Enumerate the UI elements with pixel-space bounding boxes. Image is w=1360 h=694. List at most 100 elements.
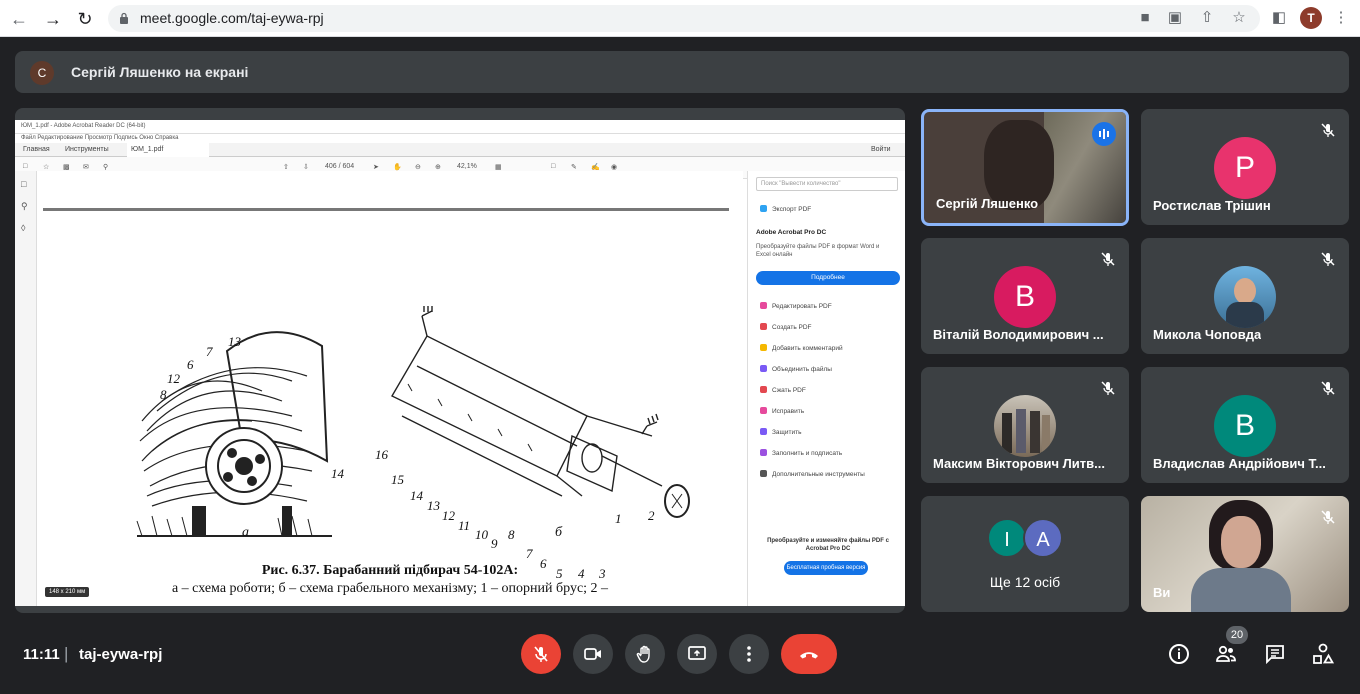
activities-icon[interactable] [1311, 642, 1335, 666]
sign-icon[interactable]: ✍ [591, 163, 600, 171]
acrobat-tabs: Главная Инструменты ЮМ_1.pdf Войти [15, 143, 905, 157]
chat-icon[interactable] [1263, 642, 1287, 666]
back-icon[interactable]: ← [8, 8, 30, 30]
pane-tool-comment[interactable]: Добавить комментарий [760, 344, 843, 352]
tab-tools[interactable]: Инструменты [65, 146, 109, 153]
participant-name: Віталій Володимирович ... [933, 327, 1104, 342]
mic-toggle-button[interactable] [521, 634, 561, 674]
acrobat-window: ЮМ_1.pdf - Adobe Acrobat Reader DC (64-b… [15, 120, 905, 606]
fit-page-icon[interactable]: ▦ [495, 163, 502, 171]
people-icon[interactable] [1214, 642, 1238, 666]
camera-toggle-button[interactable] [573, 634, 613, 674]
participant-photo [1214, 266, 1276, 328]
more-vert-icon[interactable]: ⋮ [1332, 9, 1350, 27]
browser-toolbar: ← → ↻ meet.google.com/taj-eywa-rpj ■ ▣ ⇧… [0, 0, 1360, 37]
tile-participant[interactable]: В Владислав Андрійович Т... [1141, 367, 1349, 483]
mic-off-icon [1321, 123, 1335, 137]
attachment-icon[interactable]: ⚲ [21, 201, 28, 212]
participant-avatar: В [1214, 395, 1276, 457]
page-counter[interactable]: 406 / 604 [325, 163, 354, 170]
pane-trial-button[interactable]: Бесплатная пробная версия [784, 561, 868, 575]
pane-product-desc: Преобразуйте файлы PDF в формат Word и E… [756, 244, 880, 258]
zoom-field[interactable]: 42,1% [457, 163, 477, 170]
tab-home[interactable]: Главная [23, 146, 50, 153]
tile-participant[interactable]: Максим Вікторович Литв... [921, 367, 1129, 483]
zoom-in-icon[interactable]: ⊕ [435, 163, 441, 171]
select-cursor-icon[interactable]: ➤ [373, 163, 379, 171]
tile-participant[interactable]: Микола Чоповда [1141, 238, 1349, 354]
bookmark-star-icon[interactable]: ☆ [1230, 9, 1248, 27]
participant-name: Микола Чоповда [1153, 327, 1262, 342]
share-icon[interactable]: ⇧ [1198, 9, 1216, 27]
zoom-out-icon[interactable]: ⊖ [415, 163, 421, 171]
fig-a-label-6: 6 [187, 357, 194, 372]
call-controls-bar: 11:11 | taj-eywa-rpj 20 [0, 622, 1360, 694]
pane-tool-more[interactable]: Дополнительные инструменты [760, 470, 865, 478]
pane-tool-protect[interactable]: Защитить [760, 428, 802, 436]
pane-export-pdf[interactable]: Экспорт PDF [760, 205, 811, 213]
overflow-avatar: І [987, 518, 1027, 558]
page-up-icon[interactable]: ⇧ [283, 163, 289, 171]
lock-icon [120, 12, 128, 24]
address-bar[interactable]: meet.google.com/taj-eywa-rpj [108, 5, 1260, 32]
fig-a-letter: а [242, 525, 249, 540]
pane-more-button[interactable]: Подробнее [756, 271, 900, 285]
signin-link[interactable]: Войти [871, 146, 891, 153]
find-icon[interactable]: ⚲ [103, 163, 108, 171]
print-icon[interactable]: ▩ [63, 163, 70, 171]
mic-off-icon [1321, 252, 1335, 266]
mic-off-icon [1101, 252, 1115, 266]
pages-icon[interactable]: □ [21, 179, 26, 189]
sidepanel-icon[interactable]: ◧ [1270, 9, 1288, 27]
more-vert-icon [747, 646, 751, 662]
fig-b-label-9: 9 [491, 536, 498, 551]
figure-caption-title: Рис. 6.37. Барабанний підбирач 54-102А: [261, 563, 519, 578]
mail-icon[interactable]: ✉ [83, 163, 89, 171]
participant-name: Ростислав Трішин [1153, 198, 1271, 213]
stamp-icon[interactable]: ◉ [611, 163, 617, 171]
camera-site-icon[interactable]: ■ [1136, 9, 1154, 27]
profile-avatar[interactable]: T [1300, 7, 1322, 29]
tile-participant[interactable]: Р Ростислав Трішин [1141, 109, 1349, 225]
forward-icon[interactable]: → [42, 8, 64, 30]
star-icon[interactable]: ☆ [43, 163, 49, 171]
pane-tool-compress[interactable]: Сжать PDF [760, 386, 806, 394]
hand-tool-icon[interactable]: ✋ [393, 163, 402, 171]
save-icon[interactable]: □ [23, 163, 27, 170]
tile-overflow[interactable]: І А Ще 12 осіб [921, 496, 1129, 612]
mic-off-icon [1321, 510, 1335, 524]
present-screen-icon [688, 646, 706, 660]
translate-icon[interactable]: ▣ [1166, 9, 1184, 27]
figure-caption-text: а – схема роботи; б – схема грабельного … [171, 581, 609, 596]
more-options-button[interactable] [729, 634, 769, 674]
tile-participant[interactable]: В Віталій Володимирович ... [921, 238, 1129, 354]
layers-icon[interactable]: ◊ [21, 223, 25, 233]
comment-icon[interactable]: □ [551, 163, 555, 170]
self-body [1191, 568, 1291, 612]
leave-call-button[interactable] [781, 634, 837, 674]
fig-b-label-16: 16 [375, 447, 388, 462]
tab-document[interactable]: ЮМ_1.pdf [127, 143, 209, 157]
self-face [1221, 516, 1261, 568]
pane-tool-combine[interactable]: Объединить файлы [760, 365, 832, 373]
pen-icon[interactable]: ✎ [571, 163, 577, 171]
pane-tool-create[interactable]: Создать PDF [760, 323, 812, 331]
pane-search-input[interactable]: Поиск "Вывести количество" [756, 177, 898, 191]
tile-speaker[interactable]: Сергій Ляшенко [921, 109, 1129, 226]
pdf-page[interactable]: 13 7 6 12 8 14 а 16 15 14 13 12 11 10 9 … [37, 171, 743, 606]
tile-self[interactable]: Ви [1141, 496, 1349, 612]
participant-name: Сергій Ляшенко [936, 196, 1039, 211]
reload-icon[interactable]: ↻ [74, 8, 96, 30]
pane-tool-fill-sign[interactable]: Заполнить и подписать [760, 449, 842, 457]
pane-tool-fix[interactable]: Исправить [760, 407, 804, 415]
info-icon[interactable] [1167, 642, 1191, 666]
pane-tool-edit[interactable]: Редактировать PDF [760, 302, 832, 310]
page-down-icon[interactable]: ⇩ [303, 163, 309, 171]
acrobat-title: ЮМ_1.pdf - Adobe Acrobat Reader DC (64-b… [21, 123, 146, 129]
mic-off-icon [534, 646, 548, 662]
fig-b-label-15: 15 [391, 472, 404, 487]
presenting-banner: С Сергій Ляшенко на екрані [15, 51, 1349, 93]
overflow-avatar: А [1023, 518, 1063, 558]
present-button[interactable] [677, 634, 717, 674]
raise-hand-button[interactable] [625, 634, 665, 674]
